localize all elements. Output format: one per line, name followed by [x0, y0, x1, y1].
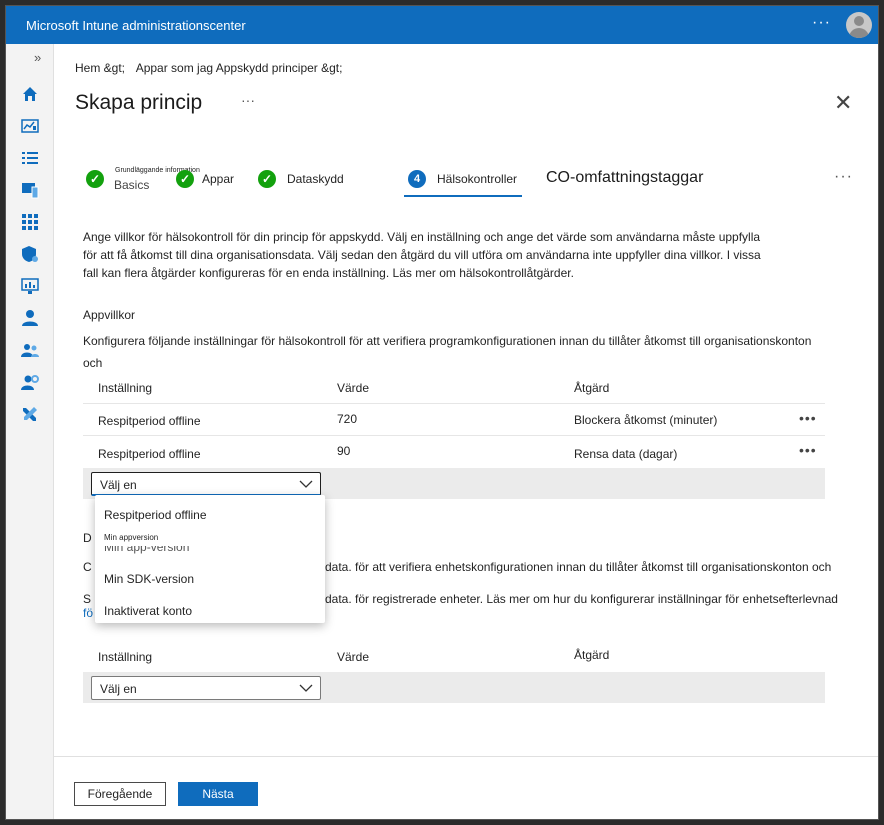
step-basics-ghost-label: Basics — [114, 178, 150, 192]
tenant-admin-icon[interactable] — [20, 372, 40, 392]
device-conditions-desc2-partial: S — [83, 592, 92, 606]
row2-value[interactable]: 90 — [337, 444, 350, 458]
column-header-setting: Inställning — [98, 381, 153, 395]
setting-select-value: Välj en — [100, 478, 137, 492]
row2-more-button[interactable]: ••• — [799, 442, 817, 458]
app-conditions-description: Konfigurera följande inställningar för h… — [83, 334, 812, 370]
column-header-setting: Inställning — [98, 650, 153, 664]
checkmark-icon: ✓ — [86, 170, 104, 188]
option-min-sdk-version[interactable]: Min SDK-version — [104, 572, 194, 586]
column-header-action: Åtgärd — [574, 381, 610, 395]
setting-dropdown-list: Respitperiod offline Min appversion Min … — [95, 495, 325, 623]
device-conditions-description: data. för att verifiera enhetskonfigurat… — [325, 560, 832, 574]
device-conditions-title-partial: D — [83, 531, 92, 545]
learn-more-link-partial[interactable]: fö — [83, 606, 93, 620]
app-conditions-table: Inställning Värde Åtgärd Respitperiod of… — [83, 374, 825, 500]
row-divider — [83, 403, 825, 404]
users-icon[interactable] — [20, 308, 40, 328]
close-icon[interactable]: ✕ — [834, 90, 852, 116]
chevron-down-icon — [299, 684, 313, 692]
endpoint-security-icon[interactable] — [20, 244, 40, 264]
device-setting-select[interactable]: Välj en — [91, 676, 321, 700]
breadcrumb: Hem &gt; Appar som jag Appskydd principe… — [75, 61, 350, 75]
checkmark-icon: ✓ — [176, 170, 194, 188]
footer-divider — [54, 756, 878, 757]
devices-icon[interactable] — [20, 180, 40, 200]
breadcrumb-apps[interactable]: Appar som jag Appskydd principer &gt; — [136, 61, 343, 75]
checkmark-icon: ✓ — [258, 170, 276, 188]
step-health-checks-label: Hälsokontroller — [437, 172, 518, 186]
row1-setting: Respitperiod offline — [98, 414, 201, 428]
left-nav-rail: » — [6, 44, 54, 819]
column-header-value: Värde — [337, 650, 370, 664]
page-more-button[interactable]: ··· — [241, 92, 255, 108]
health-check-description: Ange villkor för hälsokontroll för din p… — [83, 230, 761, 280]
troubleshooting-icon[interactable] — [20, 404, 40, 424]
row2-action[interactable]: Rensa data (dagar) — [574, 447, 677, 461]
avatar[interactable] — [846, 12, 872, 38]
device-conditions-desc-partial: C — [83, 560, 92, 574]
avatar-head-shape — [854, 16, 864, 26]
step-number-badge: 4 — [408, 170, 426, 188]
page-title: Skapa princip — [75, 91, 203, 114]
row1-value[interactable]: 720 — [337, 412, 357, 426]
row-divider — [83, 435, 825, 436]
option-min-app-version-label[interactable]: Min appversion — [104, 533, 158, 542]
avatar-body-shape — [849, 28, 869, 38]
step-data-protection-label: Dataskydd — [287, 172, 344, 186]
dashboard-icon[interactable] — [20, 116, 40, 136]
app-conditions-title: Appvillkor — [83, 308, 136, 322]
row2-setting: Respitperiod offline — [98, 447, 201, 461]
wizard-steps: ✓ Grundläggande information Basics ✓ App… — [54, 164, 878, 204]
breadcrumb-home[interactable]: Hem &gt; — [75, 61, 125, 75]
reports-icon[interactable] — [20, 276, 40, 296]
apps-icon[interactable] — [20, 212, 40, 232]
next-button[interactable]: Nästa — [178, 782, 258, 806]
top-bar: Microsoft Intune administrationscenter ·… — [6, 6, 878, 44]
settings-more-button[interactable]: ··· — [812, 14, 831, 32]
row1-action[interactable]: Blockera åtkomst (minuter) — [574, 413, 717, 427]
step-apps-label: Appar — [202, 172, 235, 186]
option-disabled-account[interactable]: Inaktiverat konto — [104, 604, 192, 618]
device-conditions-table: Inställning Värde Åtgärd Välj en — [83, 642, 825, 704]
expand-nav-icon[interactable]: » — [34, 50, 41, 65]
active-step-underline — [404, 195, 522, 197]
home-icon[interactable] — [20, 84, 40, 104]
device-conditions-description-2: data. för registrerade enheter. Läs mer … — [325, 592, 838, 606]
chevron-down-icon — [299, 480, 313, 488]
device-setting-select-value: Välj en — [100, 682, 137, 696]
step-scope-tags-label[interactable]: CO-omfattningstaggar — [546, 169, 703, 187]
setting-select[interactable]: Välj en — [91, 472, 321, 496]
groups-icon[interactable] — [20, 340, 40, 360]
option-min-app-version-ghost: Min app-version — [104, 540, 190, 554]
app-window: Microsoft Intune administrationscenter ·… — [5, 5, 879, 820]
column-header-value: Värde — [337, 381, 370, 395]
main-content: Hem &gt; Appar som jag Appskydd principe… — [54, 44, 878, 819]
column-header-action: Åtgärd — [574, 648, 610, 662]
option-offline-grace-period[interactable]: Respitperiod offline — [104, 508, 207, 522]
steps-more-button[interactable]: ··· — [834, 168, 853, 186]
previous-button[interactable]: Föregående — [74, 782, 166, 806]
row1-more-button[interactable]: ••• — [799, 410, 817, 426]
app-title: Microsoft Intune administrationscenter — [26, 18, 246, 33]
all-services-icon[interactable] — [20, 148, 40, 168]
